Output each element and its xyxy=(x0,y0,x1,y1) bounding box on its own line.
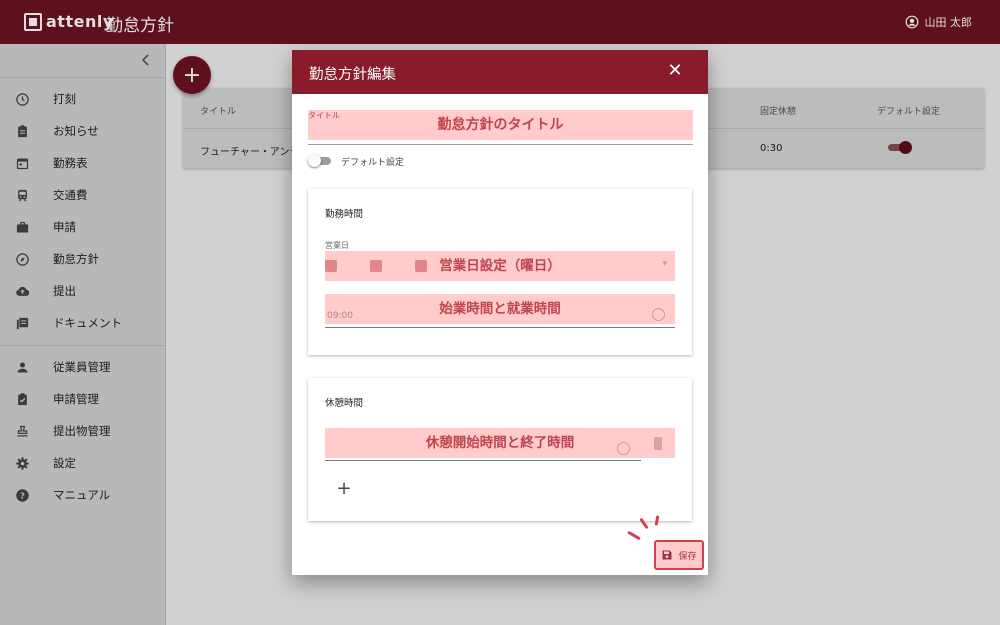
emphasis-mark xyxy=(627,530,641,541)
clock-icon[interactable] xyxy=(617,442,630,455)
save-label: 保存 xyxy=(678,551,697,562)
workday-label: 営業日 xyxy=(325,241,349,250)
add-break-button[interactable]: + xyxy=(335,480,353,498)
workday-select[interactable]: 営業日設定（曜日） ▾ xyxy=(325,251,675,281)
delete-icon[interactable] xyxy=(654,437,662,450)
policy-title-label: タイトル xyxy=(308,111,340,120)
work-time-value: 始業時間と就業時間 xyxy=(325,294,675,324)
checkbox-checked-icon[interactable] xyxy=(415,260,427,272)
break-time-field[interactable]: 休憩開始時間と終了時間 xyxy=(325,428,675,461)
default-setting-toggle[interactable] xyxy=(308,154,331,167)
policy-title-value: 勤怠方針のタイトル xyxy=(308,110,693,140)
edit-policy-dialog: 勤怠方針編集 ✕ 勤怠方針のタイトル タイトル デフォルト設定 勤務時間 営業日… xyxy=(292,50,708,575)
work-hours-title: 勤務時間 xyxy=(325,209,364,220)
work-time-field[interactable]: 始業時間と就業時間 09:00 xyxy=(325,294,675,328)
start-time-value: 09:00 xyxy=(327,311,353,321)
chevron-down-icon: ▾ xyxy=(662,259,667,269)
save-button[interactable]: 保存 xyxy=(654,540,704,570)
save-icon xyxy=(662,550,672,560)
break-time-title: 休憩時間 xyxy=(325,398,364,409)
checkbox-checked-icon[interactable] xyxy=(325,260,337,272)
dialog-title: 勤怠方針編集 xyxy=(309,67,396,83)
dialog-header: 勤怠方針編集 ✕ xyxy=(292,50,708,94)
toggle-thumb xyxy=(308,154,321,167)
checkbox-checked-icon[interactable] xyxy=(370,260,382,272)
clock-icon[interactable] xyxy=(652,308,665,321)
close-icon[interactable]: ✕ xyxy=(666,62,684,80)
break-time-card: 休憩時間 休憩開始時間と終了時間 + xyxy=(308,378,692,521)
policy-title-field[interactable]: 勤怠方針のタイトル タイトル xyxy=(308,110,693,145)
field-underline xyxy=(325,460,641,461)
default-setting-label: デフォルト設定 xyxy=(341,158,405,168)
work-hours-card: 勤務時間 営業日 営業日設定（曜日） ▾ 始業時間と就業時間 09:00 xyxy=(308,189,692,355)
